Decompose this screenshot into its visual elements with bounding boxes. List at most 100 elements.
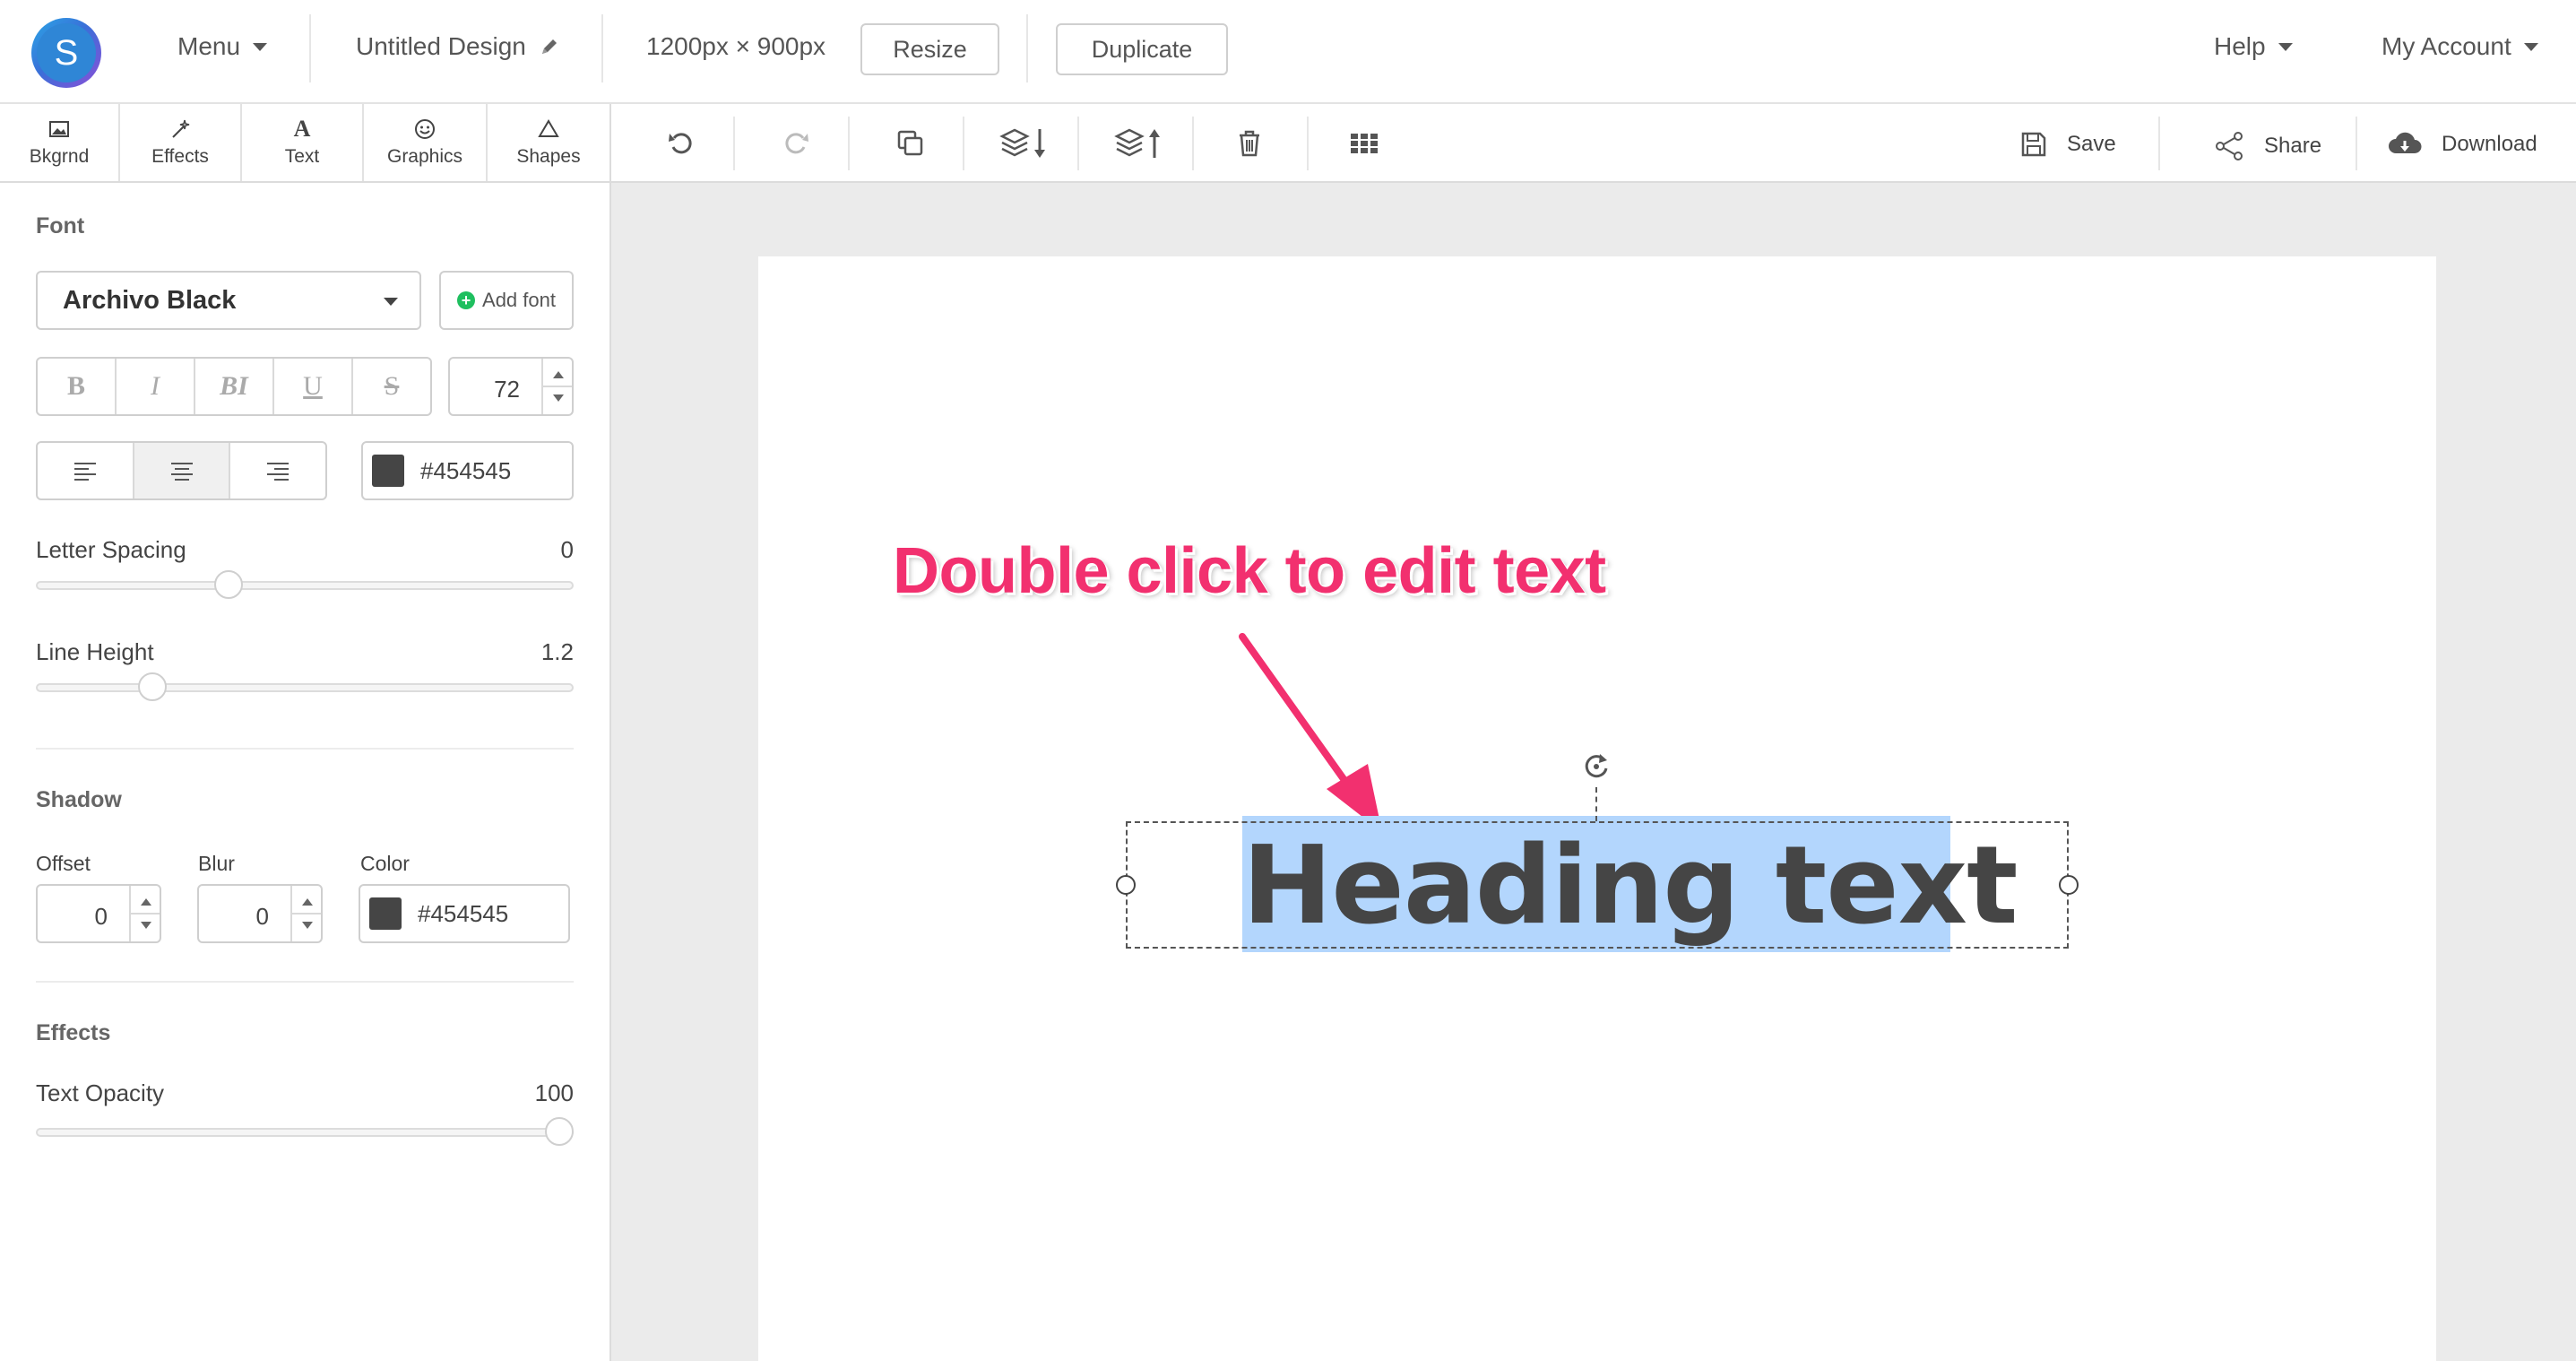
- bold-italic-button[interactable]: BI: [195, 359, 274, 414]
- heading-text[interactable]: Heading text: [1242, 828, 2018, 945]
- tab-text[interactable]: A Text: [242, 104, 364, 181]
- slider-thumb[interactable]: [214, 570, 243, 599]
- shadow-offset-stepper[interactable]: 0: [36, 884, 161, 943]
- shadow-section-title: Shadow: [36, 787, 122, 812]
- text-opacity-slider[interactable]: [36, 1117, 574, 1146]
- slider-thumb[interactable]: [138, 672, 167, 701]
- shadow-offset-spinner[interactable]: [129, 886, 160, 941]
- effects-section-title: Effects: [36, 1020, 111, 1045]
- underline-button[interactable]: U: [274, 359, 353, 414]
- shadow-color-value: #454545: [418, 899, 509, 927]
- align-center-button[interactable]: [134, 443, 231, 498]
- download-button[interactable]: Download: [2388, 131, 2537, 158]
- rotate-handle-icon[interactable]: [1579, 750, 1613, 784]
- grid-button[interactable]: [1343, 122, 1386, 165]
- tab-label: Text: [284, 146, 320, 167]
- duplicate-button[interactable]: Duplicate: [1056, 23, 1228, 75]
- resize-handle-left[interactable]: [1116, 875, 1136, 895]
- italic-glyph: I: [151, 371, 160, 401]
- properties-panel: Bkgrnd Effects A Text Graphics Shapes Fo…: [0, 104, 611, 1361]
- arrow-up-icon[interactable]: [141, 898, 151, 906]
- shadow-blur-value: 0: [255, 903, 269, 930]
- shadow-color-picker[interactable]: #454545: [359, 884, 570, 943]
- arrow-up-icon[interactable]: [553, 371, 564, 378]
- tab-effects[interactable]: Effects: [120, 104, 242, 181]
- arrow-down-icon[interactable]: [141, 922, 151, 929]
- copy-icon: [897, 130, 923, 156]
- send-backward-button[interactable]: [995, 122, 1058, 165]
- letter-spacing-value: 0: [560, 536, 574, 563]
- resize-handle-right[interactable]: [2059, 875, 2079, 895]
- chevron-down-icon: [2523, 42, 2538, 51]
- undo-button[interactable]: [660, 122, 703, 165]
- divider: [36, 748, 574, 750]
- font-size-spinner[interactable]: [541, 359, 572, 414]
- design-artboard[interactable]: [758, 256, 2436, 1361]
- tab-label: Bkgrnd: [29, 146, 90, 167]
- logo-letter: S: [54, 32, 79, 73]
- shadow-offset-label: Offset: [36, 852, 91, 875]
- text-style-group: B I BI U S: [36, 357, 432, 416]
- save-label: Save: [2067, 132, 2116, 156]
- divider: [963, 117, 964, 170]
- menu-dropdown[interactable]: Menu: [177, 32, 268, 61]
- arrow-down-icon[interactable]: [302, 922, 313, 929]
- strikethrough-button[interactable]: S: [353, 359, 430, 414]
- save-button[interactable]: Save: [2020, 131, 2116, 158]
- font-family-select[interactable]: Archivo Black: [36, 271, 421, 330]
- font-size-stepper[interactable]: 72: [448, 357, 574, 416]
- shadow-blur-stepper[interactable]: 0: [197, 884, 323, 943]
- font-color-value: #454545: [420, 456, 512, 484]
- resize-button[interactable]: Resize: [860, 23, 999, 75]
- tab-graphics[interactable]: Graphics: [364, 104, 488, 181]
- magic-wand-icon: [172, 119, 190, 138]
- help-dropdown[interactable]: Help: [2214, 32, 2293, 61]
- align-right-button[interactable]: [230, 443, 325, 498]
- redo-button[interactable]: [774, 122, 817, 165]
- divider: [543, 386, 572, 387]
- divider: [2356, 117, 2357, 170]
- plus-circle-icon: +: [457, 291, 476, 309]
- font-section-title: Font: [36, 213, 85, 238]
- arrow-up-icon[interactable]: [302, 898, 313, 906]
- floppy-disk-icon: [2021, 132, 2046, 157]
- design-title[interactable]: Untitled Design: [356, 32, 560, 61]
- copy-button[interactable]: [889, 122, 932, 165]
- account-dropdown[interactable]: My Account: [2382, 32, 2538, 61]
- hint-annotation: Double click to edit text: [893, 535, 1606, 607]
- share-icon: [2216, 132, 2243, 160]
- canvas-dimensions: 1200px × 900px: [646, 32, 826, 61]
- tab-background[interactable]: Bkgrnd: [0, 104, 120, 181]
- shadow-blur-spinner[interactable]: [290, 886, 321, 941]
- font-color-picker[interactable]: #454545: [361, 441, 574, 500]
- tab-label: Graphics: [386, 146, 463, 167]
- divider: [601, 14, 603, 82]
- slider-thumb[interactable]: [545, 1117, 574, 1146]
- align-left-button[interactable]: [38, 443, 134, 498]
- letter-spacing-slider[interactable]: [36, 570, 574, 599]
- line-height-slider[interactable]: [36, 672, 574, 701]
- shadow-color-label: Color: [360, 852, 410, 875]
- tab-label: Effects: [151, 146, 209, 167]
- bold-italic-glyph: BI: [220, 371, 248, 401]
- tab-shapes[interactable]: Shapes: [488, 104, 609, 181]
- arrow-down-icon[interactable]: [553, 394, 564, 402]
- bold-button[interactable]: B: [38, 359, 117, 414]
- add-font-button[interactable]: + Add font: [439, 271, 574, 330]
- redo-icon: [785, 133, 808, 154]
- delete-button[interactable]: [1228, 122, 1271, 165]
- italic-button[interactable]: I: [117, 359, 195, 414]
- add-font-label: Add font: [482, 289, 556, 311]
- share-button[interactable]: Share: [2214, 131, 2321, 161]
- align-center-icon: [170, 463, 193, 481]
- align-right-icon: [267, 463, 290, 481]
- line-height-value: 1.2: [540, 638, 574, 665]
- trash-icon: [1240, 130, 1259, 157]
- download-label: Download: [2442, 132, 2537, 156]
- top-bar: S Menu Untitled Design 1200px × 900px Re…: [0, 0, 2576, 104]
- bring-forward-button[interactable]: [1110, 122, 1172, 165]
- app-logo[interactable]: S: [31, 18, 101, 88]
- divider: [36, 981, 574, 983]
- layer-up-icon: [1114, 128, 1160, 158]
- shadow-blur-label: Blur: [198, 852, 235, 875]
